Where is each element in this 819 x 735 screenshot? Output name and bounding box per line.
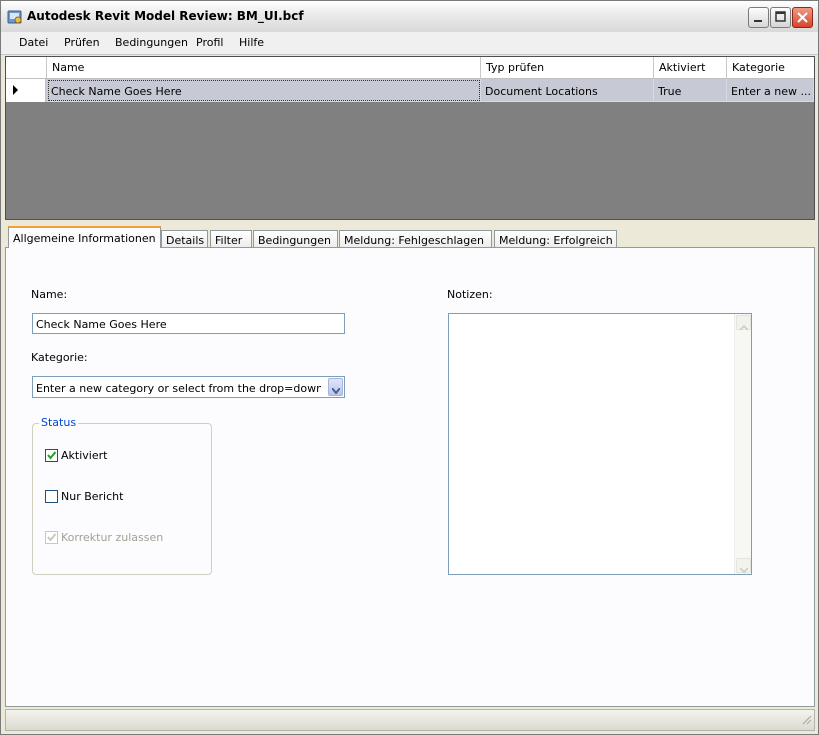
chevron-up-icon: [739, 320, 749, 333]
cell-enabled[interactable]: True: [654, 79, 727, 102]
activated-checkbox[interactable]: [45, 449, 58, 462]
category-combobox[interactable]: Enter a new category or select from the …: [32, 376, 345, 398]
category-label: Kategorie:: [31, 351, 88, 364]
maximize-button[interactable]: [770, 7, 791, 28]
window-title: Autodesk Revit Model Review: BM_UI.bcf: [27, 9, 304, 23]
column-header-category[interactable]: Kategorie: [727, 57, 814, 78]
column-header-enabled[interactable]: Aktiviert: [654, 57, 727, 78]
minimize-button[interactable]: [748, 7, 769, 28]
menu-profil[interactable]: Profil: [196, 36, 223, 49]
checks-grid[interactable]: Name Typ prüfen Aktiviert Kategorie Chec…: [5, 56, 815, 220]
status-bar: [5, 709, 815, 731]
scroll-down-button[interactable]: [736, 558, 751, 576]
grid-corner: [6, 57, 47, 78]
menu-datei[interactable]: Datei: [19, 36, 48, 49]
menu-hilfe[interactable]: Hilfe: [239, 36, 264, 49]
tab-meldung-fehlgeschlagen[interactable]: Meldung: Fehlgeschlagen: [339, 230, 492, 248]
dropdown-button[interactable]: [328, 378, 343, 396]
tab-bedingungen[interactable]: Bedingungen: [253, 230, 338, 248]
notes-label: Notizen:: [447, 288, 493, 301]
status-groupbox: Status Aktiviert Nur Bericht Korrektur z…: [32, 416, 212, 575]
notes-textarea[interactable]: [448, 313, 752, 575]
revit-model-review-icon: [7, 9, 23, 25]
column-header-type[interactable]: Typ prüfen: [481, 57, 654, 78]
scroll-up-button[interactable]: [736, 315, 751, 333]
status-group-title: Status: [39, 416, 79, 429]
chevron-down-icon: [739, 563, 749, 576]
current-row-arrow-icon: [12, 85, 20, 98]
allow-correction-label: Korrektur zulassen: [61, 531, 164, 544]
allow-correction-checkbox: [45, 531, 58, 544]
close-button[interactable]: [792, 7, 813, 28]
report-only-label[interactable]: Nur Bericht: [61, 490, 123, 503]
name-label: Name:: [31, 288, 68, 301]
tab-allgemeine-informationen[interactable]: Allgemeine Informationen: [8, 226, 161, 248]
title-bar[interactable]: Autodesk Revit Model Review: BM_UI.bcf: [1, 1, 818, 33]
cell-type[interactable]: Document Locations: [481, 79, 654, 102]
menu-bar: Datei Prüfen Bedingungen Profil Hilfe: [1, 32, 818, 55]
report-only-checkbox[interactable]: [45, 490, 58, 503]
cell-category[interactable]: Enter a new ...: [727, 79, 814, 102]
resize-grip-icon[interactable]: [800, 713, 812, 728]
activated-label[interactable]: Aktiviert: [61, 449, 107, 462]
notes-scrollbar[interactable]: [734, 314, 751, 574]
tab-meldung-erfolgreich[interactable]: Meldung: Erfolgreich: [494, 230, 617, 248]
column-header-name[interactable]: Name: [47, 57, 481, 78]
tab-filter[interactable]: Filter: [210, 230, 252, 248]
table-row[interactable]: Check Name Goes Here Document Locations …: [6, 79, 814, 102]
menu-pruefen[interactable]: Prüfen: [64, 36, 100, 49]
app-window: Autodesk Revit Model Review: BM_UI.bcf D…: [0, 0, 819, 735]
cell-name[interactable]: Check Name Goes Here: [47, 79, 481, 102]
row-header[interactable]: [6, 79, 46, 102]
name-input[interactable]: Check Name Goes Here: [32, 313, 345, 334]
menu-bedingungen[interactable]: Bedingungen: [115, 36, 188, 49]
general-info-panel: Name: Check Name Goes Here Kategorie: En…: [5, 247, 815, 707]
grid-header: Name Typ prüfen Aktiviert Kategorie: [6, 57, 814, 79]
category-combobox-value: Enter a new category or select from the …: [36, 382, 321, 395]
tab-details[interactable]: Details: [161, 230, 208, 248]
chevron-down-icon: [331, 384, 341, 397]
tab-strip: Allgemeine Informationen Details Filter …: [5, 220, 815, 248]
